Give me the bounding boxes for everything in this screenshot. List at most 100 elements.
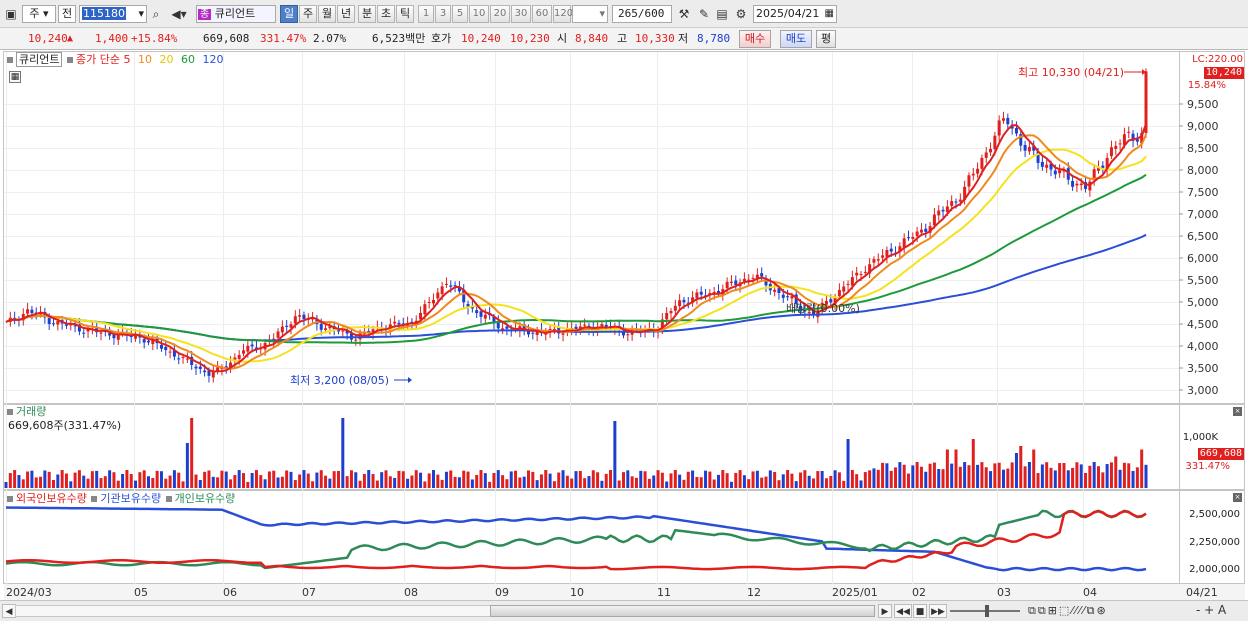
candle-body — [26, 309, 30, 314]
volume-bar — [21, 479, 25, 488]
volume-bar — [794, 481, 798, 488]
close-icon[interactable]: × — [1233, 493, 1242, 502]
last-pct-label: 15.84% — [1187, 80, 1226, 91]
candle-body — [479, 311, 483, 317]
y-tick-label: 7,500 — [1187, 186, 1219, 199]
volume-bar — [185, 443, 189, 488]
volume-bar — [233, 475, 237, 488]
volume-bar — [1109, 462, 1113, 488]
candle-body — [673, 305, 677, 311]
volume-title[interactable]: 거래량 — [16, 405, 46, 418]
volume-bar — [937, 469, 941, 488]
chart-tool-icons[interactable]: ⧉⧉⊞⬚⁄⁄⁄⁄⧉⊛ — [1028, 604, 1108, 618]
grid-icon[interactable]: ▦ — [9, 71, 21, 83]
candle-body — [64, 324, 68, 326]
volume-last-pct: 331.47% — [1185, 461, 1231, 472]
x-axis-label: 2025/01 — [832, 586, 878, 599]
scroll-thumb[interactable] — [490, 605, 875, 617]
zoom-controls[interactable]: - + A — [1196, 603, 1226, 617]
volume-bar — [52, 480, 55, 488]
legend-ma20[interactable]: 20 — [159, 53, 173, 66]
legend-ma120[interactable]: 120 — [202, 53, 223, 66]
candle-body — [475, 310, 479, 314]
volume-bar — [609, 470, 613, 488]
volume-bar — [384, 470, 388, 488]
volume-bar — [475, 474, 479, 488]
volume-bar — [358, 480, 362, 488]
holding-y-tick-0: 2,500,000 — [1189, 509, 1240, 520]
legend-foreign[interactable]: 외국인보유수량 — [16, 492, 87, 505]
volume-bar — [129, 474, 133, 488]
volume-bar — [712, 479, 716, 488]
x-axis-label: 03 — [997, 586, 1011, 599]
volume-bar — [371, 474, 375, 488]
volume-bar — [954, 449, 958, 488]
close-icon[interactable]: × — [1233, 407, 1242, 416]
legend-ma10[interactable]: 10 — [138, 53, 152, 66]
volume-bar — [267, 471, 271, 488]
volume-bar — [1027, 462, 1031, 488]
x-axis-label: 06 — [223, 586, 237, 599]
volume-bar — [552, 481, 556, 488]
volume-bar — [1006, 468, 1010, 488]
candle-body — [837, 289, 841, 297]
chart-canvas[interactable]: 9,500 9,000 8,500 8,000 7,500 7,000 6,500 6,000… — [0, 0, 1248, 600]
volume-bar — [367, 470, 371, 488]
holding-y-tick-1: 2,250,000 — [1189, 537, 1240, 548]
stop-icon[interactable]: ■ — [913, 604, 927, 618]
volume-bar — [82, 475, 86, 488]
volume-bar — [669, 473, 673, 488]
volume-bar — [103, 476, 107, 488]
legend-ma5[interactable]: 5 — [123, 53, 130, 66]
fast-forward-icon[interactable]: ▶▶ — [929, 604, 947, 618]
volume-bar — [1053, 470, 1057, 488]
candle-body — [423, 304, 427, 315]
candle-body — [924, 228, 928, 232]
volume-bar — [479, 470, 483, 488]
x-axis-label: 12 — [747, 586, 761, 599]
candle-body — [729, 281, 733, 283]
candle-body — [168, 351, 172, 353]
x-axis-label: 09 — [495, 586, 509, 599]
volume-bar — [1019, 446, 1023, 488]
volume-bar — [207, 470, 211, 488]
volume-bar — [570, 478, 574, 488]
candle-body — [725, 281, 729, 289]
volume-bar — [1002, 469, 1005, 488]
candle-body — [846, 283, 850, 285]
volume-bar — [686, 471, 690, 488]
candle-body — [902, 238, 906, 248]
candle-body — [915, 231, 919, 236]
candle-body — [505, 326, 509, 329]
candle-body — [669, 311, 673, 314]
play-icon[interactable]: ▶ — [878, 604, 892, 618]
x-axis-label: 2024/03 — [6, 586, 52, 599]
zoom-slider-handle[interactable] — [985, 605, 989, 617]
volume-bar — [527, 470, 530, 488]
legend-stock-name[interactable]: 큐리언트 — [16, 52, 63, 67]
scroll-left-icon[interactable]: ◀ — [2, 604, 16, 618]
rewind-icon[interactable]: ◀◀ — [894, 604, 912, 618]
volume-bar — [509, 471, 513, 488]
volume-bar — [306, 473, 310, 488]
chart-scrollbar[interactable]: ◀ ▶ ◀◀ ■ ▶▶ ⧉⧉⊞⬚⁄⁄⁄⁄⧉⊛ - + A — [0, 600, 1248, 621]
legend-series-label[interactable]: 종가 단순 — [76, 53, 120, 66]
candle-body — [397, 322, 401, 325]
candle-body — [583, 324, 587, 326]
volume-bar — [77, 470, 81, 488]
legend-individual[interactable]: 개인보유수량 — [175, 492, 236, 505]
volume-bar — [863, 472, 867, 488]
candle-body — [1114, 145, 1118, 149]
volume-bar — [591, 470, 595, 488]
volume-bar — [276, 477, 280, 488]
volume-bar — [263, 479, 267, 488]
volume-bar — [876, 469, 880, 488]
legend-ma60[interactable]: 60 — [181, 53, 195, 66]
y-tick-label: 3,000 — [1187, 384, 1219, 397]
legend-institution[interactable]: 기관보유수량 — [100, 492, 161, 505]
volume-bar — [643, 471, 647, 488]
volume-bar — [1032, 449, 1036, 488]
volume-bar — [950, 463, 954, 488]
candle-body — [1053, 170, 1057, 175]
y-tick-label: 4,000 — [1187, 340, 1219, 353]
